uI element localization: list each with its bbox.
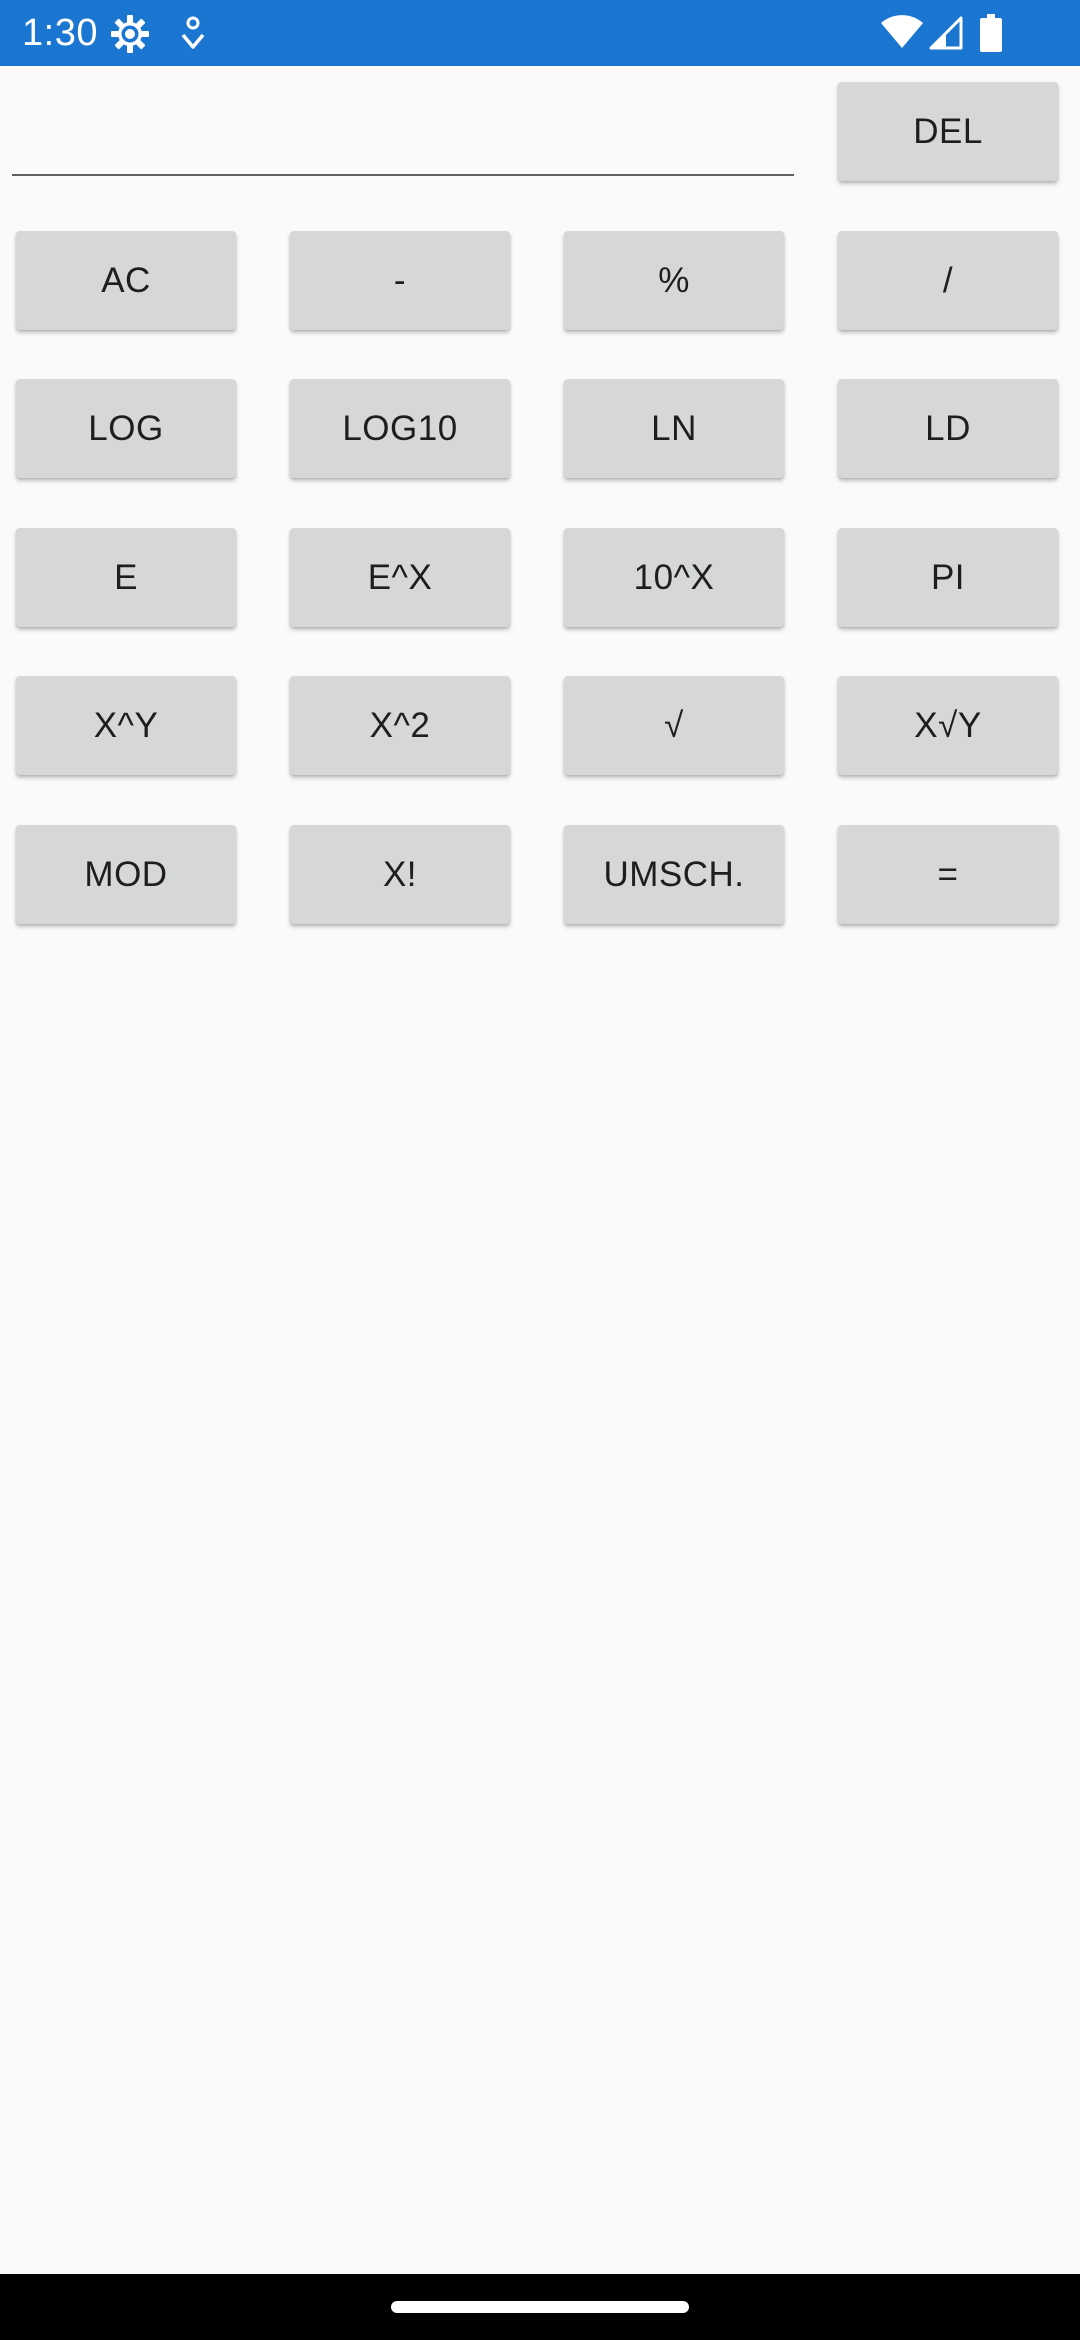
x-squared-button[interactable]: X^2 xyxy=(290,676,510,775)
x-root-y-button[interactable]: X√Y xyxy=(838,676,1058,775)
ln-button[interactable]: LN xyxy=(564,379,784,478)
divide-button[interactable]: / xyxy=(838,231,1058,330)
log10-button[interactable]: LOG10 xyxy=(290,379,510,478)
wifi-icon xyxy=(881,15,923,48)
cell-signal-icon xyxy=(929,16,963,50)
e-pow-x-button[interactable]: E^X xyxy=(290,528,510,627)
sqrt-button[interactable]: √ xyxy=(564,676,784,775)
assistant-icon xyxy=(181,16,205,49)
calculator-display-input[interactable] xyxy=(12,84,794,176)
ten-pow-x-button[interactable]: 10^X xyxy=(564,528,784,627)
ac-button[interactable]: AC xyxy=(16,231,236,330)
status-bar: 1:30 xyxy=(0,0,1080,66)
log-button[interactable]: LOG xyxy=(16,379,236,478)
mod-button[interactable]: MOD xyxy=(16,825,236,924)
percent-button[interactable]: % xyxy=(564,231,784,330)
e-button[interactable]: E xyxy=(16,528,236,627)
gear-icon xyxy=(111,15,149,53)
shift-button[interactable]: UMSCH. xyxy=(564,825,784,924)
home-gesture-handle[interactable] xyxy=(391,2301,689,2313)
pi-button[interactable]: PI xyxy=(838,528,1058,627)
status-time: 1:30 xyxy=(22,12,98,54)
battery-icon xyxy=(980,14,1002,52)
factorial-button[interactable]: X! xyxy=(290,825,510,924)
del-button[interactable]: DEL xyxy=(838,82,1058,181)
equals-button[interactable]: = xyxy=(838,825,1058,924)
minus-button[interactable]: - xyxy=(290,231,510,330)
ld-button[interactable]: LD xyxy=(838,379,1058,478)
x-pow-y-button[interactable]: X^Y xyxy=(16,676,236,775)
calculator-screen: 1:30 DEL AC - % / LOG LOG10 LN LD E E^X … xyxy=(0,0,1080,2340)
